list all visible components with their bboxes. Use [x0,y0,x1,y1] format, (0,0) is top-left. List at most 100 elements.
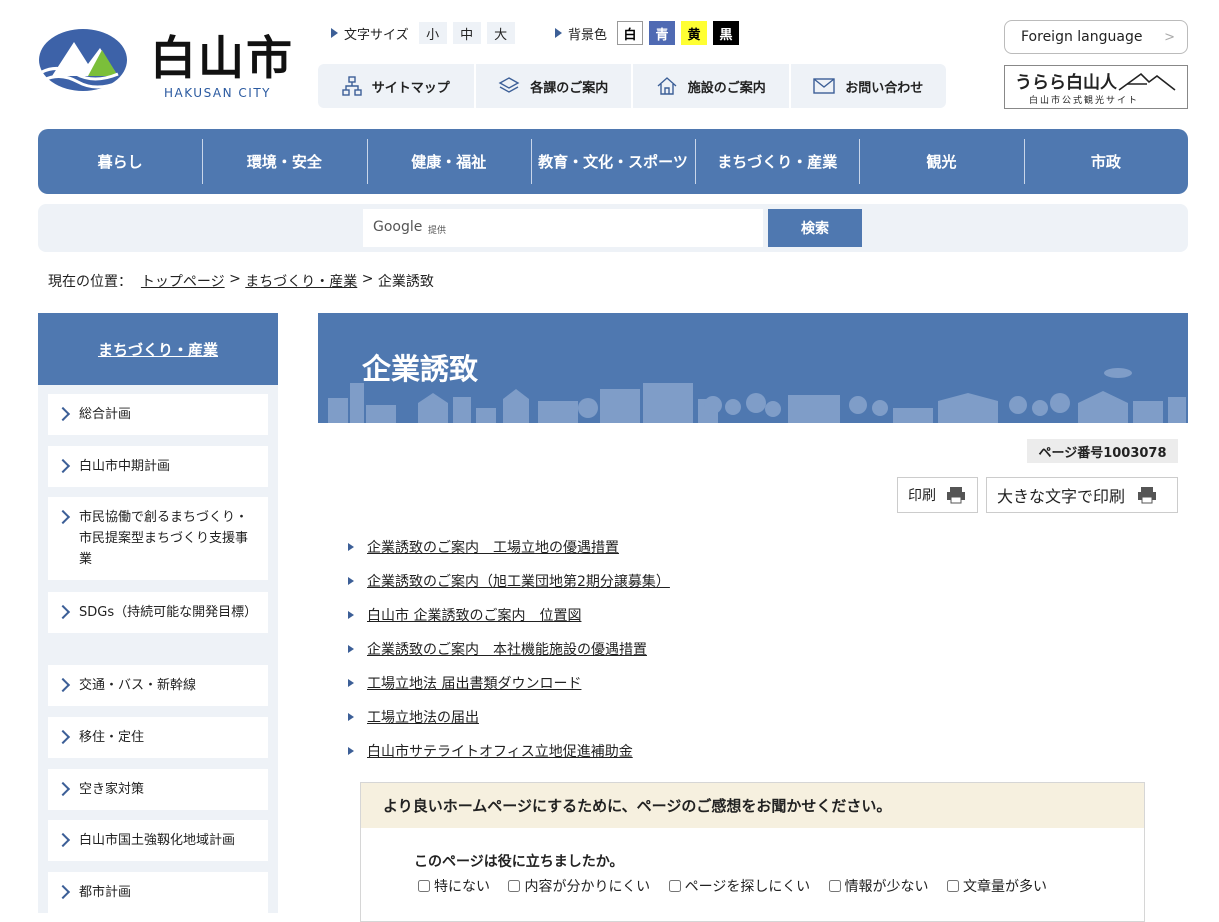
bg-yellow-button[interactable]: 黄 [681,21,708,45]
chevron-right-icon [55,509,71,525]
sidebar-heading-link[interactable]: まちづくり・産業 [98,339,218,360]
triangle-icon [348,577,354,585]
link-factory-incentives[interactable]: 企業誘致のご案内 工場立地の優遇措置 [367,537,619,557]
link-headquarters-incentives[interactable]: 企業誘致のご案内 本社機能施設の優遇措置 [367,639,647,659]
feedback-checkbox[interactable] [947,880,959,892]
feedback-checkbox[interactable] [668,880,681,892]
font-size-large-button[interactable]: 大 [486,22,515,44]
nav-town-industry[interactable]: まちづくり・産業 [695,129,859,194]
triangle-icon [348,747,354,755]
nav-environment-safety[interactable]: 環境・安全 [202,129,366,194]
nav-city-government[interactable]: 市政 [1023,129,1188,194]
chevron-right-icon [55,729,71,745]
list-item: 白山市 企業誘致のご案内 位置図 [348,598,670,632]
triangle-icon [348,713,354,721]
bg-blue-button[interactable]: 青 [649,21,676,45]
list-item: 企業誘致のご案内（旭工業団地第2期分譲募集） [348,564,670,598]
tourism-site-subtitle: 白山市公式観光サイト [1029,96,1140,106]
nav-living[interactable]: 暮らし [38,129,202,194]
font-size-small-button[interactable]: 小 [418,22,447,44]
page-title: 企業誘致 [362,352,479,386]
feedback-option[interactable]: 内容が分かりにくい [508,879,650,895]
sidebar-item-citizen-collaboration[interactable]: 市民協働で創るまちづくり・市民提案型まちづくり支援事業 [48,497,268,580]
print-large-label: 大きな文字で印刷 [997,487,1126,506]
chevron-right-icon: > [1164,30,1175,45]
nav-tourism[interactable]: 観光 [859,129,1023,194]
facilities-link[interactable]: 施設のご案内 [633,64,791,108]
triangle-icon [555,28,562,38]
sidebar-heading: まちづくり・産業 [38,313,278,385]
bg-white-button[interactable]: 白 [617,21,644,45]
search-input[interactable] [363,209,763,247]
sitemap-link[interactable]: サイトマップ [318,64,476,108]
sidebar-item-vacant-houses[interactable]: 空き家対策 [48,769,268,810]
print-label: 印刷 [908,488,936,504]
nav-education-culture-sports[interactable]: 教育・文化・スポーツ [530,129,695,194]
triangle-icon [331,28,338,38]
chevron-right-icon [55,884,71,900]
sidebar-item-comprehensive-plan[interactable]: 総合計画 [48,394,268,435]
triangle-icon [348,543,354,551]
sidebar-item-midterm-plan[interactable]: 白山市中期計画 [48,446,268,487]
google-logo: Google [373,219,423,235]
page-number: ページ番号1003078 [1027,439,1178,463]
font-size-control: 文字サイズ 小 中 大 [331,22,515,44]
tourism-site-banner[interactable]: うらら白山人 白山市公式観光サイト [1004,65,1188,109]
font-size-label: 文字サイズ [344,27,409,43]
sitemap-label: サイトマップ [371,80,450,96]
sidebar-item-sdgs[interactable]: SDGs（持続可能な開発目標） [48,592,268,633]
sidebar-item-migration[interactable]: 移住・定住 [48,717,268,758]
contact-link[interactable]: お問い合わせ [791,64,947,108]
feedback-option[interactable]: 文章量が多い [947,879,1047,895]
feedback-option[interactable]: 特にない [418,879,490,895]
mountain-icon [1118,72,1176,91]
chevron-right-icon [55,458,71,474]
departments-link[interactable]: 各課のご案内 [476,64,633,108]
city-logo-mark[interactable] [38,28,128,92]
font-size-medium-button[interactable]: 中 [452,22,481,44]
feedback-option[interactable]: 情報が少ない [828,879,929,895]
link-location-map[interactable]: 白山市 企業誘致のご案内 位置図 [367,605,581,625]
sidebar-item-transport[interactable]: 交通・バス・新幹線 [48,665,268,706]
search-button[interactable]: 検索 [768,209,862,247]
list-item: 白山市サテライトオフィス立地促進補助金 [348,734,670,768]
city-logo-text[interactable]: 白山市 [150,30,294,86]
bg-black-button[interactable]: 黒 [713,21,740,45]
nav-health-welfare[interactable]: 健康・福祉 [366,129,531,194]
link-factory-location-notification[interactable]: 工場立地法の届出 [367,707,479,727]
tourism-site-title: うらら白山人 [1015,73,1117,93]
bg-color-label: 背景色 [568,27,608,43]
breadcrumb-home-link[interactable]: トップページ [141,271,225,291]
breadcrumb-separator: > [229,271,241,287]
breadcrumb-separator: > [361,271,374,287]
triangle-icon [348,611,354,619]
sitemap-icon [342,76,362,96]
chevron-right-icon [55,677,71,693]
list-item: 企業誘致のご案内 工場立地の優遇措置 [348,530,670,564]
print-large-button[interactable]: 大きな文字で印刷 [986,477,1178,513]
sidebar-item-resilience-plan[interactable]: 白山市国土強靱化地域計画 [48,820,268,861]
feedback-checkbox[interactable] [418,880,430,892]
content-link-list: 企業誘致のご案内 工場立地の優遇措置 企業誘致のご案内（旭工業団地第2期分譲募集… [348,530,670,768]
link-satellite-office-subsidy[interactable]: 白山市サテライトオフィス立地促進補助金 [367,741,633,761]
mail-icon [813,78,835,94]
breadcrumb-prefix: 現在の位置： [48,274,132,290]
foreign-language-button[interactable]: Foreign language > [1004,20,1188,54]
house-icon [657,77,677,95]
city-logo-english: HAKUSAN CITY [164,86,271,100]
feedback-checkbox[interactable] [508,880,521,892]
link-asahi-industrial-park[interactable]: 企業誘致のご案内（旭工業団地第2期分譲募集） [367,571,670,591]
chevron-right-icon [55,406,71,422]
breadcrumb-current: 企業誘致 [377,274,434,290]
feedback-options: 特にない 内容が分かりにくい ページを探しにくい 情報が少ない 文章量が多い [418,876,1118,898]
link-form-download[interactable]: 工場立地法 届出書類ダウンロード [367,673,581,693]
print-button[interactable]: 印刷 [897,477,978,513]
feedback-option[interactable]: ページを探しにくい [668,879,810,895]
utility-nav: サイトマップ 各課のご案内 施設のご案内 お問い合わせ [318,64,946,108]
facilities-label: 施設のご案内 [687,80,766,96]
contact-label: お問い合わせ [845,80,924,96]
feedback-checkbox[interactable] [828,880,841,892]
feedback-heading: より良いホームページにするために、ページのご感想をお聞かせください。 [361,783,1144,828]
breadcrumb-category-link[interactable]: まちづくり・産業 [245,271,357,291]
departments-label: 各課のご案内 [530,80,609,96]
